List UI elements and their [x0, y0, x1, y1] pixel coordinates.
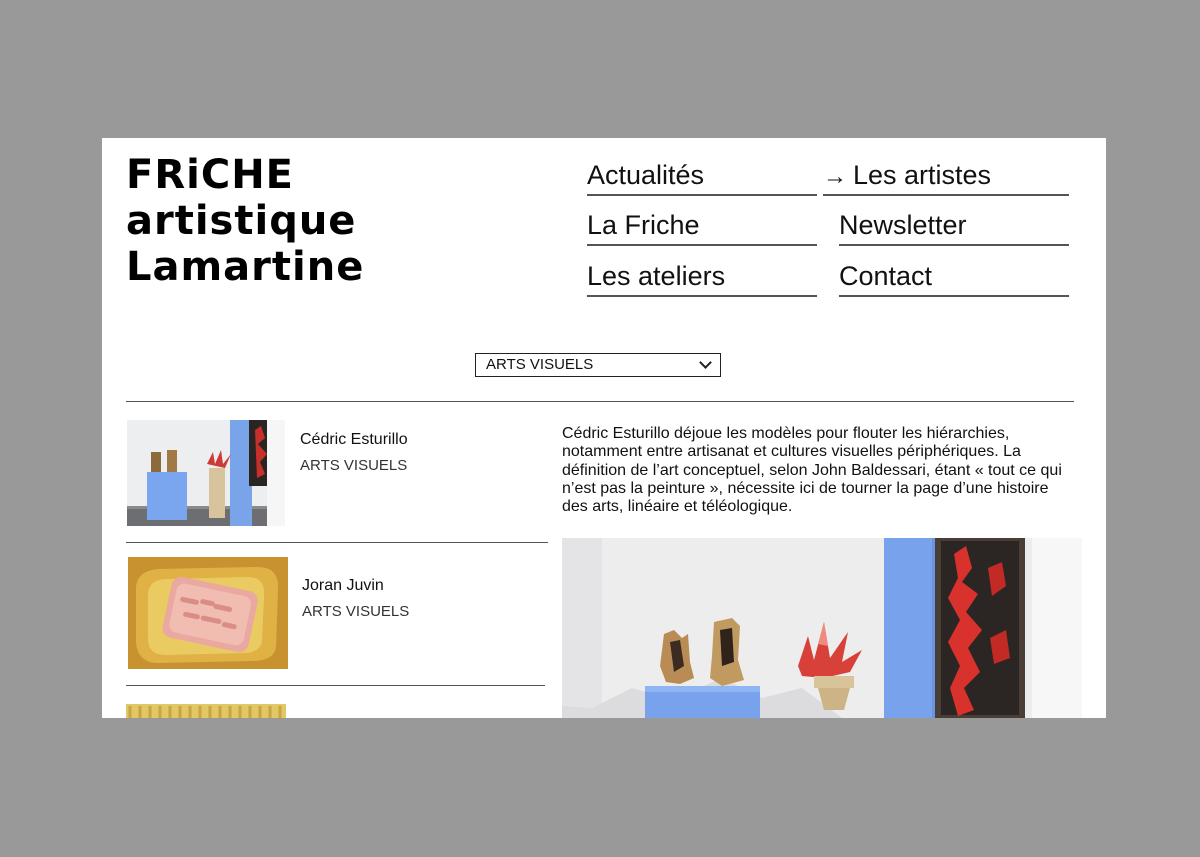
category-select[interactable]: ARTS VISUELS [475, 353, 721, 377]
nav-label: Newsletter [839, 210, 967, 240]
nav-item-la-friche[interactable]: La Friche [587, 208, 817, 246]
artist-list-item[interactable] [126, 704, 548, 718]
artist-feature-image [562, 538, 1082, 718]
nav-item-les-artistes[interactable]: → Les artistes [823, 158, 1069, 196]
site-frame: FRiCHE artistique Lamartine Actualités →… [102, 138, 1106, 718]
artist-category: ARTS VISUELS [300, 457, 408, 474]
artist-category: ARTS VISUELS [302, 603, 410, 620]
artist-thumbnail [128, 557, 288, 669]
nav-item-contact[interactable]: Contact [839, 259, 1069, 297]
artist-list-item[interactable]: Joran Juvin ARTS VISUELS [126, 557, 548, 687]
site-logo[interactable]: FRiCHE artistique Lamartine [126, 152, 364, 290]
nav-label: Contact [839, 261, 933, 291]
nav-item-actualites[interactable]: Actualités [587, 158, 817, 196]
logo-line-3: Lamartine [126, 244, 365, 290]
nav-label: Les artistes [853, 160, 992, 190]
nav-item-les-ateliers[interactable]: Les ateliers [587, 259, 817, 297]
nav-label: La Friche [587, 210, 700, 240]
list-divider [126, 542, 548, 543]
logo-line-1: FRiCHE [126, 152, 294, 198]
artist-thumbnail [126, 704, 286, 718]
nav-label: Actualités [587, 160, 705, 190]
artist-name: Joran Juvin [302, 577, 384, 594]
category-select-value: ARTS VISUELS [486, 356, 594, 373]
artist-description: Cédric Esturillo déjoue les modèles pour… [562, 425, 1062, 516]
chevron-down-icon [699, 356, 712, 369]
arrow-right-icon: → [823, 163, 847, 190]
logo-line-2: artistique [126, 198, 357, 244]
nav-label: Les ateliers [587, 261, 726, 291]
section-divider [126, 401, 1074, 402]
list-divider [126, 685, 545, 686]
nav-item-newsletter[interactable]: Newsletter [839, 208, 1069, 246]
artist-thumbnail [127, 420, 285, 526]
artist-name: Cédric Esturillo [300, 431, 408, 448]
artist-list-item[interactable]: Cédric Esturillo ARTS VISUELS [126, 420, 548, 546]
